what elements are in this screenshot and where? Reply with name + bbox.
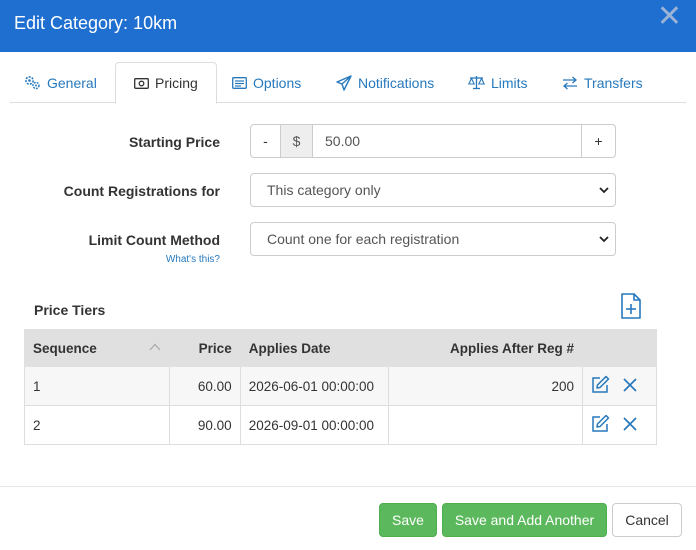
cell-applies-date: 2026-09-01 00:00:00 — [239, 405, 390, 445]
modal-title: Edit Category: 10km — [14, 13, 178, 33]
column-header-applies-after[interactable]: Applies After Reg # — [388, 329, 583, 367]
exchange-icon — [563, 76, 577, 89]
price-tiers-title: Price Tiers — [34, 302, 106, 318]
close-icon[interactable]: ✕ — [657, 2, 682, 32]
tab-pricing[interactable]: Pricing — [115, 62, 217, 104]
paper-plane-icon — [336, 74, 352, 91]
currency-addon: $ — [281, 124, 313, 158]
money-icon — [134, 77, 149, 89]
cell-applies-after: 200 — [388, 366, 583, 406]
price-tiers-table: Sequence Price Applies Date Applies Afte… — [24, 329, 658, 445]
starting-price-group: - $ + — [250, 124, 616, 158]
column-header-price[interactable]: Price — [168, 329, 241, 367]
tab-options-label: Options — [253, 74, 302, 91]
column-header-sequence[interactable]: Sequence — [24, 329, 170, 367]
cell-applies-date: 2026-06-01 00:00:00 — [239, 366, 390, 406]
count-registrations-value: This category only — [267, 182, 381, 198]
chevron-down-icon — [599, 187, 609, 194]
tab-bar: General Pricing Options Notifications Li… — [10, 62, 686, 104]
cell-actions — [581, 366, 658, 406]
tab-notifications-label: Notifications — [358, 74, 435, 91]
column-header-applies-date[interactable]: Applies Date — [239, 329, 390, 367]
cell-applies-after — [388, 405, 583, 445]
limit-count-method-select[interactable]: Count one for each registration — [250, 222, 616, 256]
list-icon — [232, 76, 247, 89]
cell-price: 90.00 — [168, 405, 241, 445]
save-button[interactable]: Save — [379, 503, 437, 537]
cancel-button[interactable]: Cancel — [612, 503, 682, 537]
table-row: 2 90.00 2026-09-01 00:00:00 — [24, 405, 658, 445]
tab-limits[interactable]: Limits — [468, 62, 528, 103]
tab-transfers[interactable]: Transfers — [562, 62, 643, 103]
chevron-down-icon — [599, 236, 609, 243]
cell-sequence: 2 — [24, 405, 170, 445]
tab-pricing-label: Pricing — [155, 75, 198, 91]
tab-notifications[interactable]: Notifications — [336, 62, 434, 103]
add-file-icon — [621, 293, 641, 319]
cell-sequence: 1 — [24, 366, 170, 406]
cell-price: 60.00 — [168, 366, 241, 406]
whats-this-link[interactable]: What's this? — [166, 254, 220, 265]
tab-options[interactable]: Options — [232, 62, 301, 103]
starting-price-label: Starting Price — [128, 134, 220, 150]
tab-transfers-label: Transfers — [584, 74, 643, 91]
tab-general[interactable]: General — [24, 62, 97, 103]
delete-icon[interactable] — [622, 377, 638, 396]
cell-actions — [581, 405, 658, 445]
count-registrations-label: Count Registrations for — [63, 183, 220, 199]
modal-header: Edit Category: 10km ✕ — [0, 0, 696, 52]
edit-category-modal: Edit Category: 10km ✕ General Pricing Op… — [0, 0, 696, 550]
delete-icon[interactable] — [622, 416, 638, 435]
balance-scale-icon — [468, 76, 485, 90]
limit-count-method-label: Limit Count Method — [88, 232, 220, 248]
count-registrations-select[interactable]: This category only — [250, 173, 616, 207]
save-and-add-another-button[interactable]: Save and Add Another — [442, 503, 607, 537]
add-price-tier-button[interactable] — [620, 293, 642, 324]
decrement-price-button[interactable]: - — [250, 124, 281, 158]
sort-up-icon — [149, 343, 161, 350]
increment-price-button[interactable]: + — [581, 124, 616, 158]
edit-icon[interactable] — [591, 375, 610, 397]
tab-limits-label: Limits — [491, 74, 528, 91]
limit-count-method-value: Count one for each registration — [267, 231, 460, 247]
tab-general-label: General — [47, 74, 97, 91]
starting-price-input[interactable] — [313, 124, 581, 158]
gears-icon — [25, 76, 40, 90]
table-row: 1 60.00 2026-06-01 00:00:00 200 — [24, 366, 658, 406]
modal-footer: Save Save and Add Another Cancel — [0, 486, 696, 550]
column-header-actions — [581, 329, 658, 367]
edit-icon[interactable] — [591, 414, 610, 436]
